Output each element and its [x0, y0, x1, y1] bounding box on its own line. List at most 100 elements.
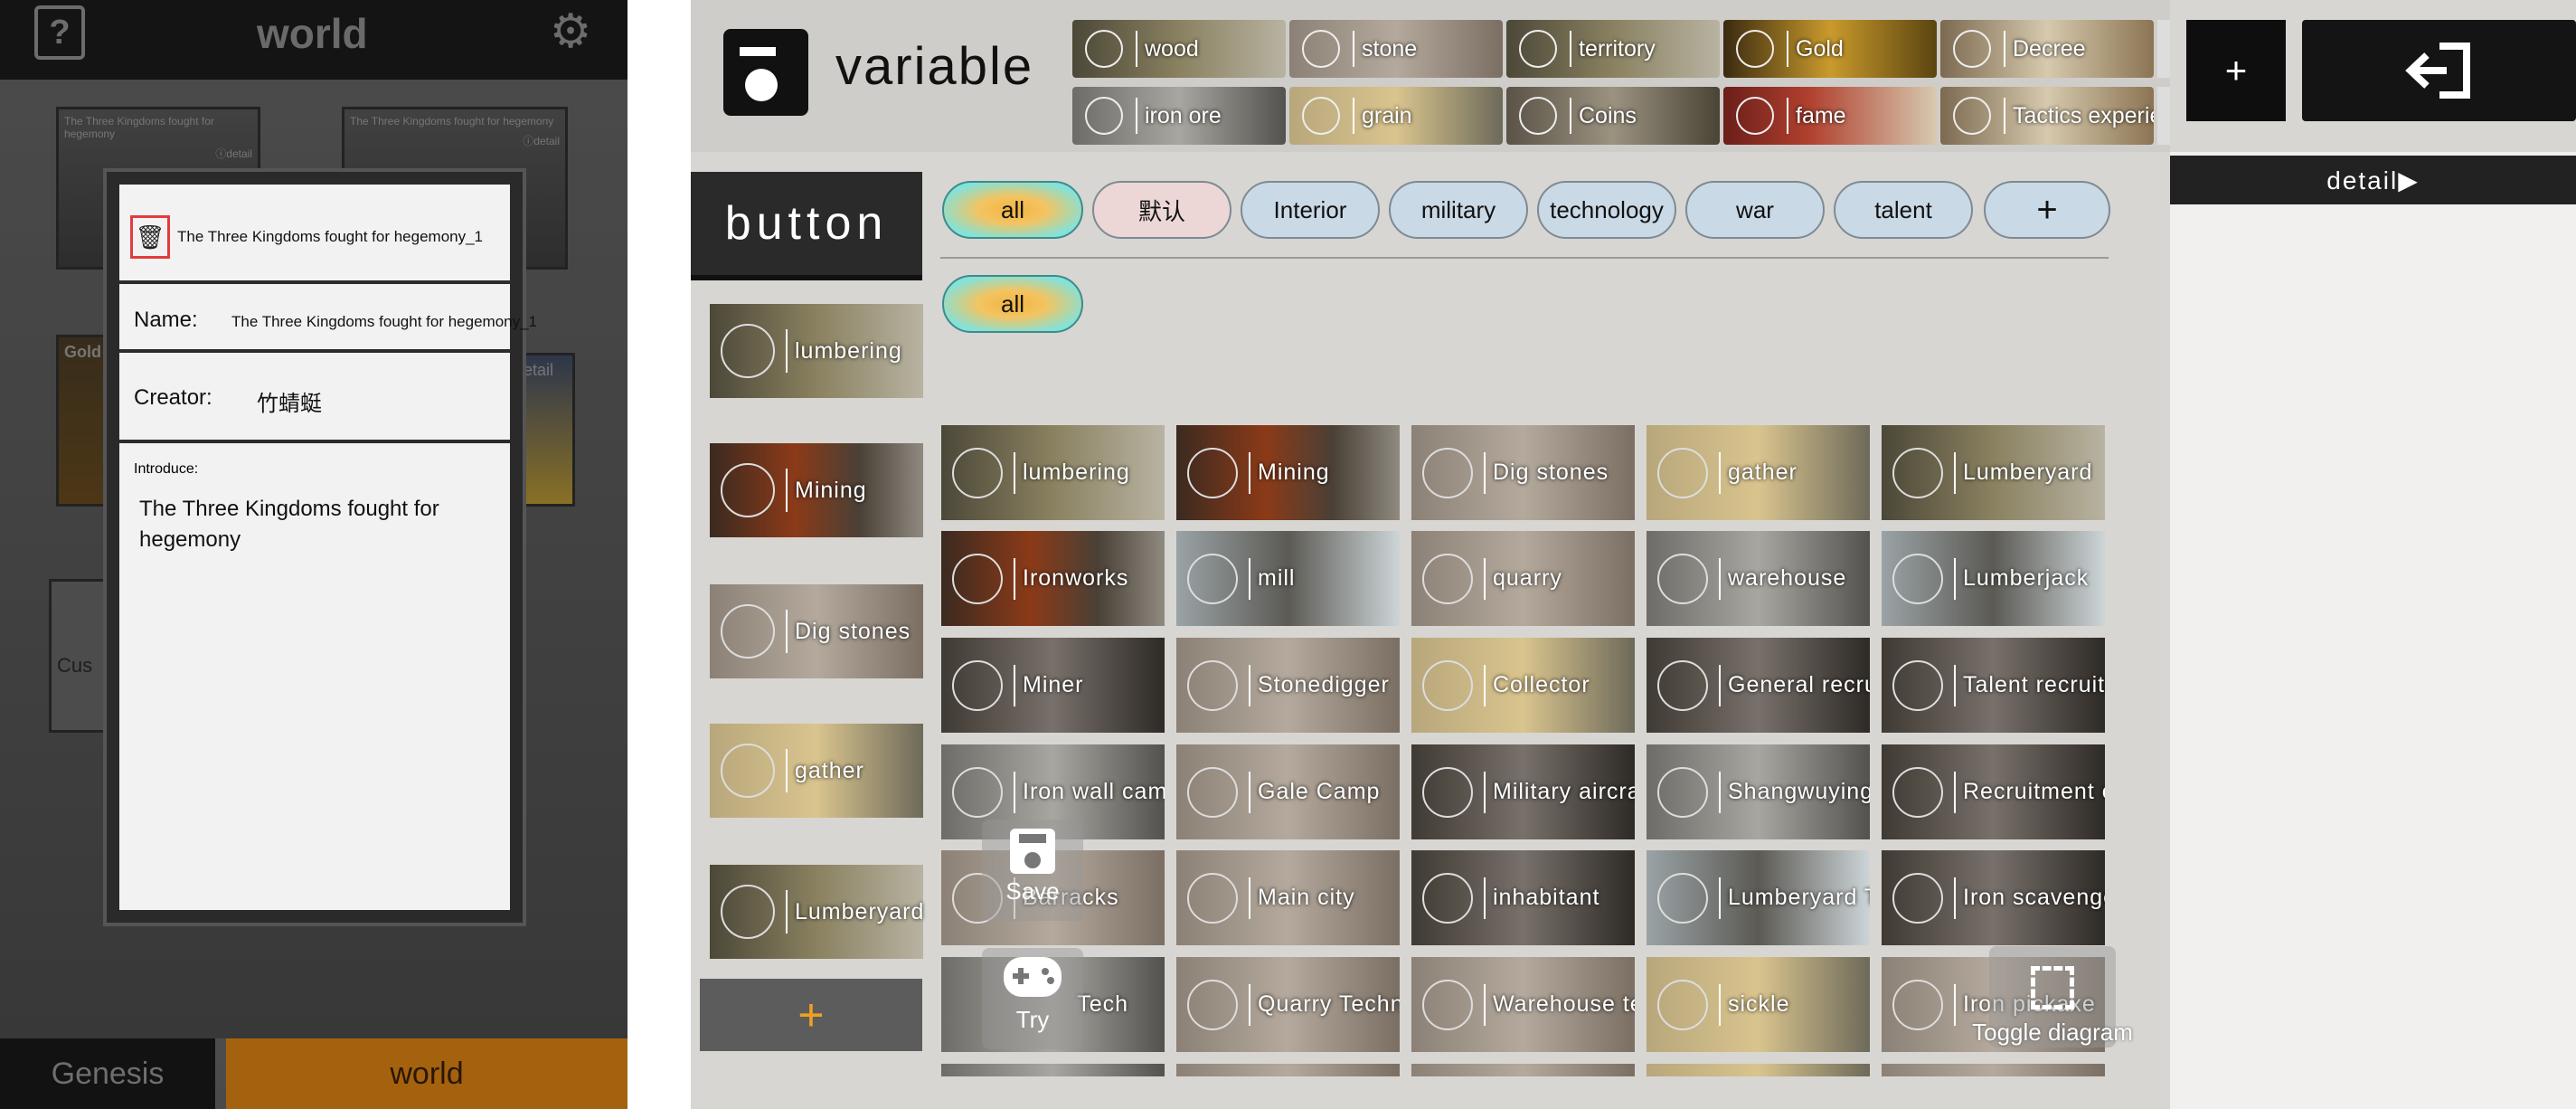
grid-item-ironworks[interactable]: Ironworks — [941, 531, 1165, 626]
grid-item-mill[interactable]: mill — [1176, 531, 1400, 626]
grid-item-lumberyard-tech[interactable]: Lumberyard Tech — [1647, 850, 1870, 945]
sidebar-item-mining[interactable]: Mining — [710, 443, 923, 537]
divider — [940, 257, 2109, 259]
add-tab-button[interactable]: + — [1984, 181, 2110, 239]
grid-item-label: Lumberjack — [1963, 565, 2090, 591]
ring-icon — [1187, 659, 1238, 711]
grid-item-quarry[interactable]: quarry — [1411, 531, 1635, 626]
resource-grain[interactable]: grain — [1289, 87, 1503, 145]
grid-item-main-city[interactable]: Main city — [1176, 850, 1400, 945]
detail-toggle[interactable]: detail▶ — [2170, 156, 2576, 204]
grid-item-label: Military aircraft — [1493, 779, 1635, 804]
trash-icon[interactable]: 🗑 — [130, 215, 170, 259]
add-variable-button[interactable]: + — [2186, 20, 2286, 121]
grid-item[interactable] — [941, 1064, 1165, 1076]
grid-item-talent-recruitment[interactable]: Talent recruitme — [1882, 638, 2105, 733]
grid-item-gather[interactable]: gather — [1647, 425, 1870, 520]
grid-item-label: Mining — [1258, 460, 1330, 485]
resource-gold[interactable]: Gold — [1723, 20, 1937, 78]
ring-icon — [1422, 766, 1473, 818]
filter-tab-interior[interactable]: Interior — [1241, 181, 1380, 239]
grid-item-label: warehouse — [1728, 565, 1847, 591]
ring-icon — [1187, 766, 1238, 818]
grid-item-stonedigger[interactable]: Stonedigger — [1176, 638, 1400, 733]
modal-header-row: 🗑 The Three Kingdoms fought for hegemony… — [119, 185, 510, 284]
sidebar-item-lumbering[interactable]: lumbering — [710, 304, 923, 398]
grid-item[interactable] — [1882, 1064, 2105, 1076]
resource-label: stone — [1362, 35, 1418, 62]
filter-tab-default[interactable]: 默认 — [1092, 181, 1231, 239]
sidebar-item-label: Dig stones — [795, 618, 911, 644]
grid-item-label: Dig stones — [1493, 460, 1609, 485]
filter-tab-military[interactable]: military — [1389, 181, 1528, 239]
grid-item-recruitment-office[interactable]: Recruitment offi — [1882, 744, 2105, 839]
resource-tactics-experience[interactable]: Tactics experienc — [1940, 87, 2154, 145]
filter-tab-technology[interactable]: technology — [1537, 181, 1676, 239]
resource-territory[interactable]: territory — [1506, 20, 1720, 78]
grid-item[interactable] — [1411, 1064, 1635, 1076]
ring-icon — [1187, 447, 1238, 498]
grid-item[interactable] — [1647, 1064, 1870, 1076]
sidebar-item-gather[interactable]: gather — [710, 724, 923, 818]
grid-item-warehouse-technology[interactable]: Warehouse techn — [1411, 957, 1635, 1052]
sidebar-item-dig-stones[interactable]: Dig stones — [710, 584, 923, 678]
detail-panel — [2170, 152, 2576, 1109]
grid-item-sickle[interactable]: sickle — [1647, 957, 1870, 1052]
grid-item-label: Stonedigger — [1258, 672, 1390, 697]
resource-stone[interactable]: stone — [1289, 20, 1503, 78]
save-button[interactable]: Save — [982, 820, 1083, 921]
introduce-label: Introduce: — [134, 461, 199, 477]
resource-label: wood — [1145, 35, 1199, 62]
grid-item[interactable] — [1176, 1064, 1400, 1076]
ring-icon — [1892, 766, 1943, 818]
introduce-text[interactable]: The Three Kingdoms fought for hegemony — [139, 494, 501, 555]
tab-genesis[interactable]: Genesis — [0, 1038, 215, 1109]
gear-icon[interactable]: ⚙ — [546, 5, 595, 58]
name-value[interactable]: The Three Kingdoms fought for hegemony_1 — [231, 313, 537, 331]
grid-item-label: lumbering — [1023, 460, 1130, 485]
exit-button[interactable] — [2302, 20, 2576, 121]
ring-icon — [1953, 97, 1991, 135]
grid-item-label: Gale Camp — [1258, 779, 1381, 804]
sidebar-item-lumberyard[interactable]: Lumberyard — [710, 865, 923, 959]
grid-item-general-recruitment[interactable]: General recruitm — [1647, 638, 1870, 733]
sidebar-add-button[interactable]: + — [700, 979, 922, 1051]
grid-item-military-aircraft[interactable]: Military aircraft — [1411, 744, 1635, 839]
ring-icon — [721, 604, 775, 659]
ring-icon — [1657, 553, 1708, 604]
grid-item-quarry-technology[interactable]: Quarry Technolo — [1176, 957, 1400, 1052]
resource-iron-ore[interactable]: iron ore — [1072, 87, 1286, 145]
grid-item-lumbering[interactable]: lumbering — [941, 425, 1165, 520]
creator-value: 竹蜻蜓 — [257, 392, 322, 416]
resource-label: Gold — [1796, 35, 1844, 62]
grid-item-lumberyard[interactable]: Lumberyard — [1882, 425, 2105, 520]
ring-icon — [721, 324, 775, 378]
filter-tab-all[interactable]: all — [942, 181, 1083, 239]
grid-item-mining[interactable]: Mining — [1176, 425, 1400, 520]
grid-item-gale-camp[interactable]: Gale Camp — [1176, 744, 1400, 839]
grid-item-lumberjack[interactable]: Lumberjack — [1882, 531, 2105, 626]
grid-item-label: Miner — [1023, 672, 1084, 697]
resource-decree[interactable]: Decree — [1940, 20, 2154, 78]
resource-fame[interactable]: fame — [1723, 87, 1937, 145]
ring-icon — [1302, 30, 1340, 68]
subfilter-all[interactable]: all — [942, 275, 1083, 333]
grid-item-label: inhabitant — [1493, 885, 1600, 910]
tab-world[interactable]: world — [226, 1038, 627, 1109]
grid-item-label: gather — [1728, 460, 1798, 485]
grid-item-inhabitant[interactable]: inhabitant — [1411, 850, 1635, 945]
grid-item-shangwuying[interactable]: Shangwuying — [1647, 744, 1870, 839]
grid-item-collector[interactable]: Collector — [1411, 638, 1635, 733]
resource-wood[interactable]: wood — [1072, 20, 1286, 78]
help-book-icon[interactable]: ? — [34, 5, 85, 60]
ring-icon — [1187, 979, 1238, 1030]
grid-item-dig-stones[interactable]: Dig stones — [1411, 425, 1635, 520]
grid-item-iron-scavenger-tech[interactable]: Iron scavenger t — [1882, 850, 2105, 945]
filter-tab-war[interactable]: war — [1685, 181, 1825, 239]
grid-item-miner[interactable]: Miner — [941, 638, 1165, 733]
try-button[interactable]: Try — [982, 948, 1083, 1049]
resource-label: territory — [1579, 35, 1656, 62]
filter-tab-talent[interactable]: talent — [1834, 181, 1973, 239]
resource-coins[interactable]: Coins — [1506, 87, 1720, 145]
grid-item-warehouse[interactable]: warehouse — [1647, 531, 1870, 626]
